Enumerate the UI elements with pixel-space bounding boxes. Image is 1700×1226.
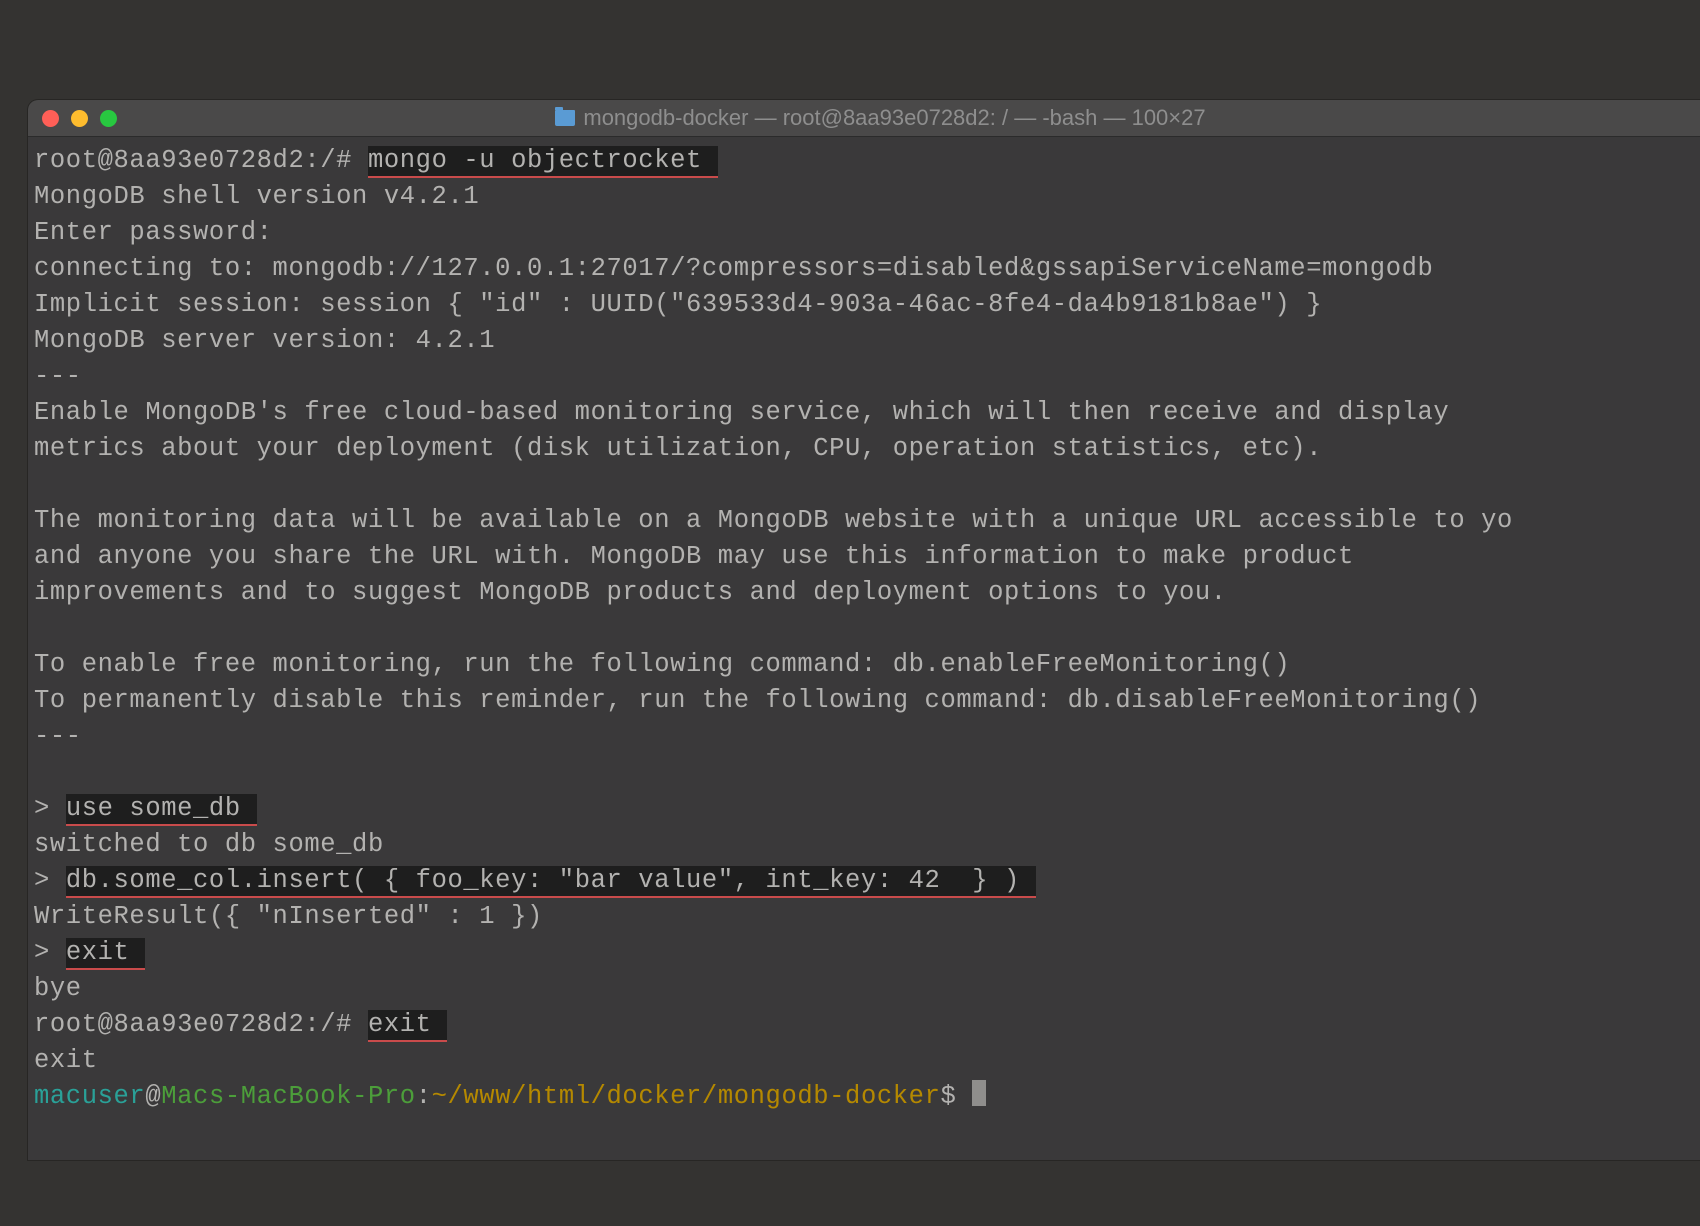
command-text: use some_db: [66, 794, 257, 826]
window-title: mongodb-docker — root@8aa93e0728d2: / — …: [583, 105, 1205, 131]
terminal-output: To enable free monitoring, run the follo…: [34, 650, 1290, 679]
command-text: db.some_col.insert( { foo_key: "bar valu…: [66, 866, 1036, 898]
terminal-output: bye: [34, 974, 82, 1003]
terminal-output: ---: [34, 722, 82, 751]
prompt-at: @: [145, 1082, 161, 1111]
terminal-window: mongodb-docker — root@8aa93e0728d2: / — …: [28, 100, 1700, 1160]
terminal-output: Implicit session: session { "id" : UUID(…: [34, 290, 1322, 319]
window-titlebar[interactable]: mongodb-docker — root@8aa93e0728d2: / — …: [28, 100, 1700, 137]
terminal-output: ---: [34, 362, 82, 391]
terminal-output: exit: [34, 1046, 98, 1075]
mongo-prompt: >: [34, 938, 66, 967]
command-text: exit: [66, 938, 146, 970]
mongo-prompt: >: [34, 794, 66, 823]
prompt-path: ~/www/html/docker/mongodb-docker: [432, 1082, 941, 1111]
cursor-icon: [972, 1080, 986, 1106]
shell-prompt: root@8aa93e0728d2:/#: [34, 1010, 368, 1039]
terminal-output: WriteResult({ "nInserted" : 1 }): [34, 902, 543, 931]
folder-icon: [555, 110, 575, 126]
prompt-user: macuser: [34, 1082, 145, 1111]
terminal-output: Enable MongoDB's free cloud-based monito…: [34, 398, 1449, 427]
prompt-colon: :: [416, 1082, 432, 1111]
terminal-output: and anyone you share the URL with. Mongo…: [34, 542, 1354, 571]
terminal-output: Enter password:: [34, 218, 273, 247]
terminal-output: connecting to: mongodb://127.0.0.1:27017…: [34, 254, 1433, 283]
command-text: mongo -u objectrocket: [368, 146, 718, 178]
command-text: exit: [368, 1010, 448, 1042]
titlebar-title-wrap: mongodb-docker — root@8aa93e0728d2: / — …: [47, 105, 1700, 131]
terminal-output: switched to db some_db: [34, 830, 384, 859]
shell-prompt: root@8aa93e0728d2:/#: [34, 146, 368, 175]
terminal-output: metrics about your deployment (disk util…: [34, 434, 1322, 463]
terminal-output: MongoDB shell version v4.2.1: [34, 182, 479, 211]
terminal-output: The monitoring data will be available on…: [34, 506, 1513, 535]
mongo-prompt: >: [34, 866, 66, 895]
prompt-dollar: $: [940, 1082, 972, 1111]
prompt-host: Macs-MacBook-Pro: [161, 1082, 415, 1111]
terminal-output: To permanently disable this reminder, ru…: [34, 686, 1481, 715]
terminal-output: improvements and to suggest MongoDB prod…: [34, 578, 1227, 607]
terminal-body[interactable]: root@8aa93e0728d2:/# mongo -u objectrock…: [28, 137, 1700, 1121]
terminal-output: MongoDB server version: 4.2.1: [34, 326, 495, 355]
